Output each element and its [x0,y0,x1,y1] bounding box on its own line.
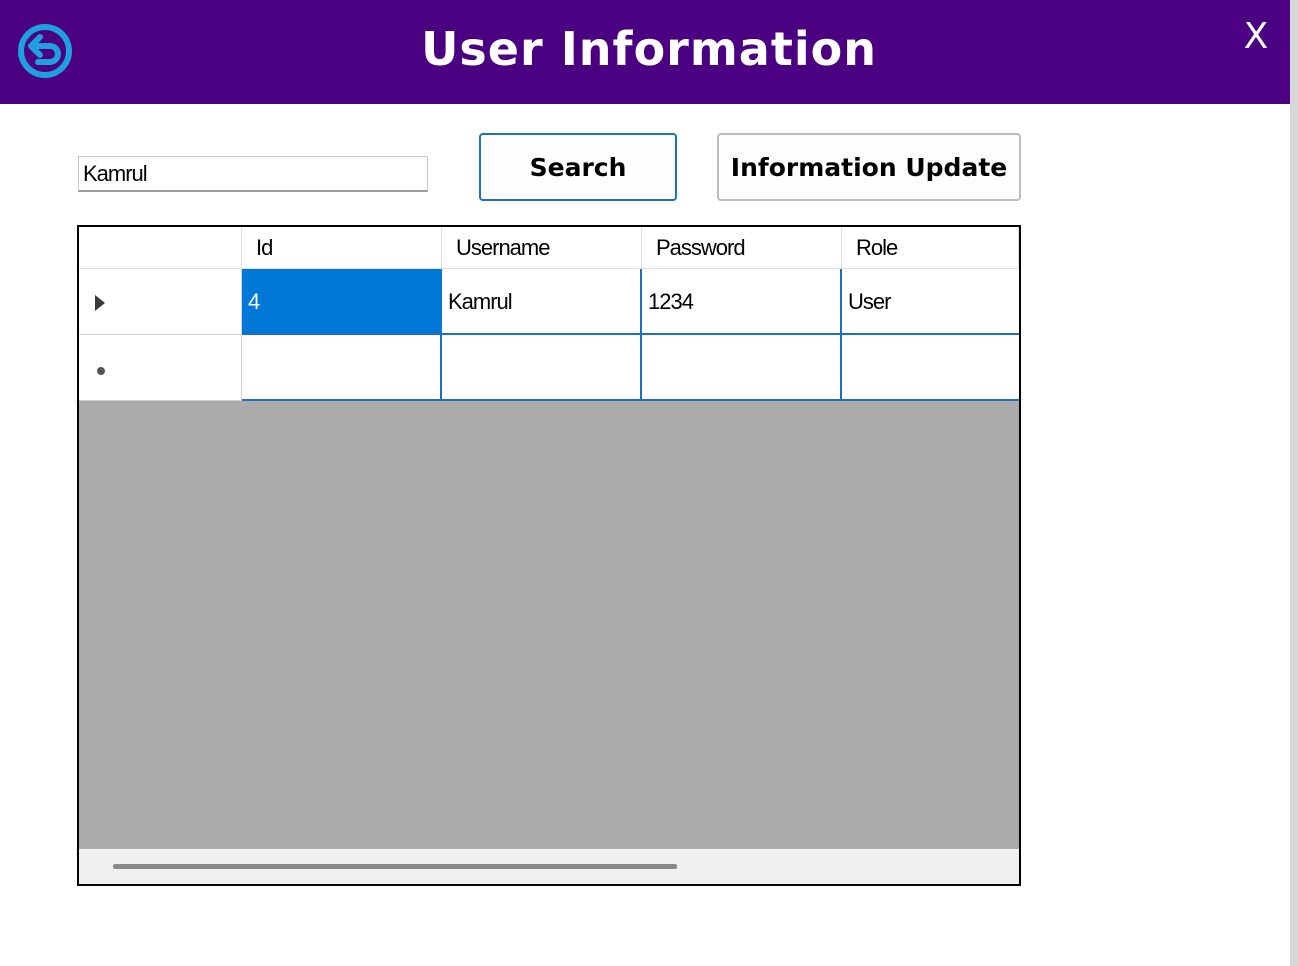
table-cell-role[interactable]: User [842,269,1019,335]
table-cell-id[interactable] [242,335,442,401]
table-cell-password[interactable] [642,335,842,401]
grid-corner-header [79,227,242,269]
column-header-username[interactable]: Username [442,227,642,269]
page-title: User Information [421,22,877,76]
row-header[interactable] [79,335,242,401]
close-button[interactable]: X [1236,16,1276,58]
scrollbar-thumb[interactable] [113,864,677,869]
table-cell-username[interactable] [442,335,642,401]
search-button[interactable]: Search [479,133,677,201]
title-bar: User Information X [0,0,1290,104]
current-row-arrow-icon [95,295,105,311]
new-row-asterisk-icon [97,367,105,375]
column-header-password[interactable]: Password [642,227,842,269]
horizontal-scrollbar[interactable] [79,849,1019,884]
column-header-role[interactable]: Role [842,227,1019,269]
search-input[interactable] [78,156,428,192]
table-cell-password[interactable]: 1234 [642,269,842,335]
column-header-id[interactable]: Id [242,227,442,269]
table-cell-role[interactable] [842,335,1019,401]
table-cell-username[interactable]: Kamrul [442,269,642,335]
information-update-button[interactable]: Information Update [717,133,1021,201]
window-edge [1290,0,1298,966]
table-cell-id[interactable]: 4 [242,269,442,335]
user-data-grid[interactable]: Id Username Password Role 4 Kamrul 1234 … [77,225,1021,886]
row-header[interactable] [79,269,242,335]
